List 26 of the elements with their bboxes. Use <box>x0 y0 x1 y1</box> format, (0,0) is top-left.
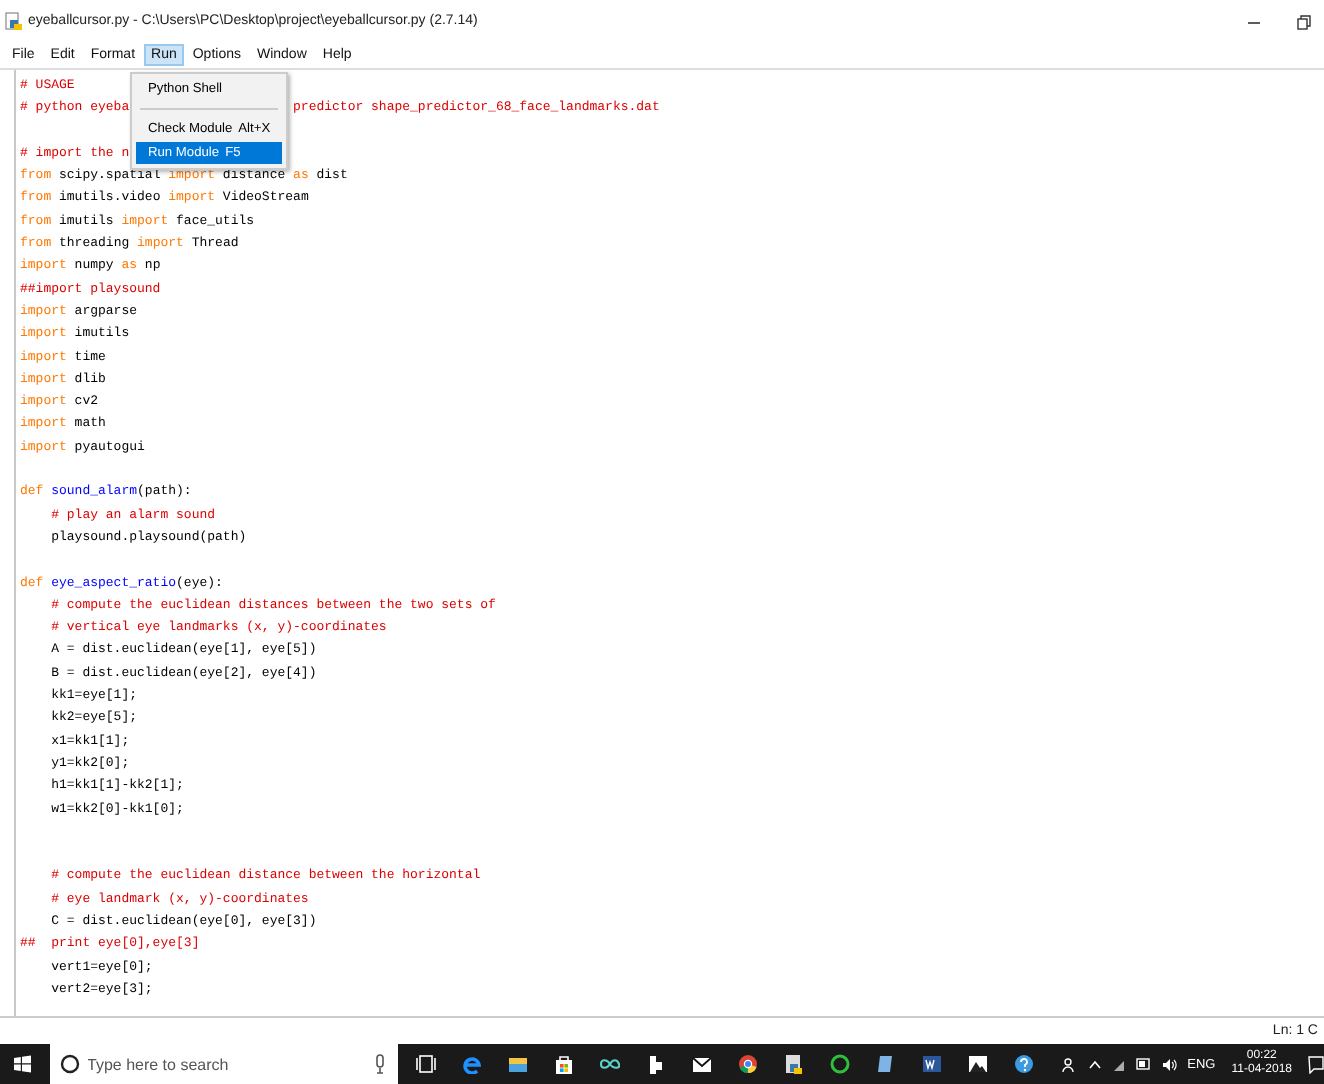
shopping-bag-icon[interactable] <box>553 1054 574 1074</box>
envelope-icon[interactable] <box>691 1054 712 1074</box>
search-bar[interactable]: Type here to search <box>49 1044 398 1084</box>
restore-icon[interactable] <box>1296 13 1312 29</box>
battery-icon[interactable] <box>1135 1058 1152 1070</box>
browser-e-icon[interactable] <box>461 1054 482 1074</box>
python-file-icon[interactable] <box>783 1054 804 1074</box>
task-view-icon[interactable] <box>415 1054 436 1074</box>
picture-icon[interactable] <box>967 1054 988 1074</box>
search-circle-icon <box>59 1054 79 1074</box>
microphone-icon[interactable] <box>373 1054 386 1074</box>
chrome-circle-icon[interactable] <box>737 1054 758 1074</box>
infinity-icon[interactable] <box>599 1054 620 1074</box>
search-input[interactable]: Type here to search <box>87 1055 366 1073</box>
network-icon[interactable] <box>1111 1057 1126 1071</box>
word-document-icon[interactable] <box>921 1054 942 1074</box>
python-file-icon <box>4 12 22 30</box>
caret-up-icon[interactable] <box>1087 1057 1102 1071</box>
note-icon[interactable] <box>875 1054 896 1074</box>
ring-icon[interactable] <box>829 1054 850 1074</box>
help-icon[interactable] <box>1013 1054 1034 1074</box>
speaker-icon[interactable] <box>1161 1057 1178 1071</box>
windows-logo-icon[interactable] <box>14 1054 31 1074</box>
folder-icon[interactable] <box>507 1054 528 1074</box>
notification-icon[interactable] <box>1308 1055 1324 1073</box>
people-icon[interactable] <box>1061 1056 1078 1072</box>
